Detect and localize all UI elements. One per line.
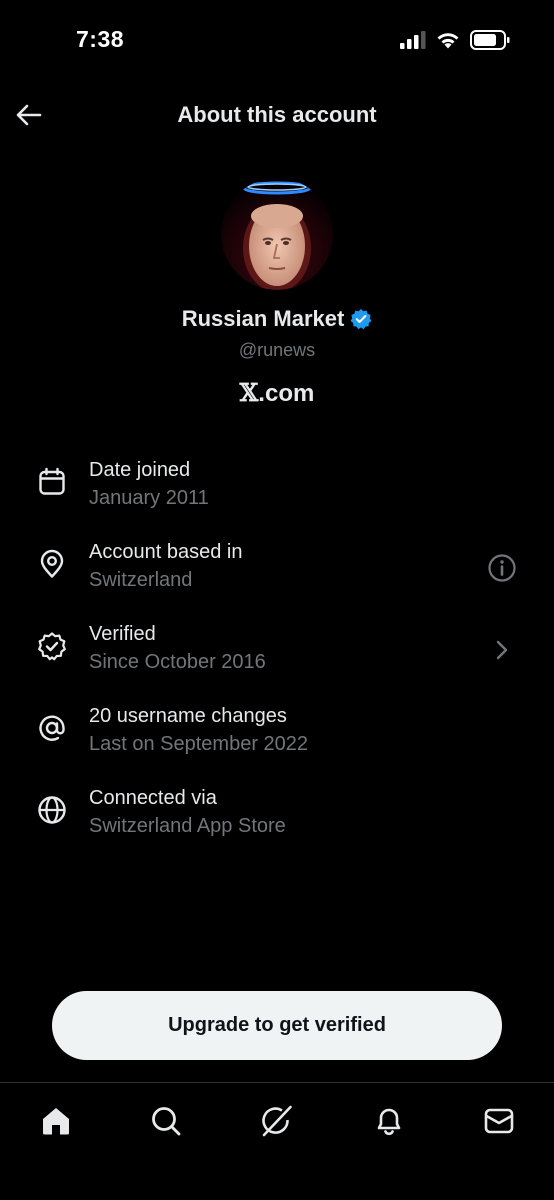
nav-home[interactable] bbox=[36, 1101, 76, 1141]
info-subtitle: January 2011 bbox=[89, 487, 209, 509]
account-info-list: Date joined January 2011 Account based i… bbox=[0, 446, 554, 856]
info-title: Connected via bbox=[89, 787, 217, 809]
info-item-account-based-in: Account based in Switzerland bbox=[0, 528, 554, 610]
status-bar: 7:38 bbox=[0, 0, 554, 80]
location-pin-icon bbox=[36, 548, 68, 580]
info-title: Verified bbox=[89, 623, 156, 645]
globe-icon bbox=[36, 794, 68, 826]
cellular-signal-icon bbox=[400, 31, 426, 49]
info-icon[interactable] bbox=[486, 552, 518, 584]
bell-icon bbox=[377, 1108, 401, 1136]
info-item-username-changes: 20 username changes Last on September 20… bbox=[0, 692, 554, 774]
info-subtitle: Switzerland bbox=[89, 569, 193, 591]
grok-icon bbox=[262, 1105, 292, 1137]
info-item-date-joined: Date joined January 2011 bbox=[0, 446, 554, 528]
upgrade-to-verified-button[interactable]: Upgrade to get verified bbox=[52, 991, 502, 1060]
nav-grok[interactable] bbox=[257, 1101, 297, 1141]
x-logo-mark: 𝕏 bbox=[239, 378, 259, 407]
info-subtitle: Switzerland App Store bbox=[89, 815, 286, 837]
info-subtitle: Since October 2016 bbox=[89, 651, 266, 673]
nav-search[interactable] bbox=[146, 1101, 186, 1141]
info-subtitle: Last on September 2022 bbox=[89, 733, 309, 755]
info-item-connected-via: Connected via Switzerland App Store bbox=[0, 774, 554, 856]
nav-notifications[interactable] bbox=[369, 1101, 409, 1141]
battery-icon bbox=[470, 30, 510, 50]
status-icons bbox=[400, 30, 510, 50]
bottom-nav bbox=[0, 1082, 554, 1200]
search-icon bbox=[152, 1107, 181, 1136]
mail-icon bbox=[484, 1108, 514, 1134]
info-title: 20 username changes bbox=[89, 705, 287, 727]
header: About this account bbox=[0, 86, 554, 146]
calendar-icon bbox=[36, 466, 68, 498]
status-time: 7:38 bbox=[76, 26, 125, 52]
site-domain-suffix: .com bbox=[258, 380, 315, 407]
page-title: About this account bbox=[177, 102, 377, 127]
info-title: Account based in bbox=[89, 541, 243, 563]
wifi-icon bbox=[437, 32, 459, 48]
chevron-right-icon bbox=[486, 634, 518, 666]
verified-badge-icon bbox=[350, 309, 372, 330]
display-name: Russian Market bbox=[181, 306, 345, 331]
nav-messages[interactable] bbox=[479, 1101, 519, 1141]
site-domain[interactable]: 𝕏.com bbox=[0, 378, 554, 408]
handle: @runews bbox=[238, 340, 316, 360]
display-name-row: Russian Market bbox=[0, 306, 554, 332]
avatar[interactable] bbox=[221, 178, 333, 290]
at-sign-icon bbox=[36, 712, 68, 744]
home-icon bbox=[43, 1108, 69, 1135]
info-item-verified[interactable]: Verified Since October 2016 bbox=[0, 610, 554, 692]
verified-outline-icon bbox=[36, 630, 68, 662]
info-title: Date joined bbox=[89, 459, 191, 481]
profile-photo bbox=[221, 178, 333, 290]
